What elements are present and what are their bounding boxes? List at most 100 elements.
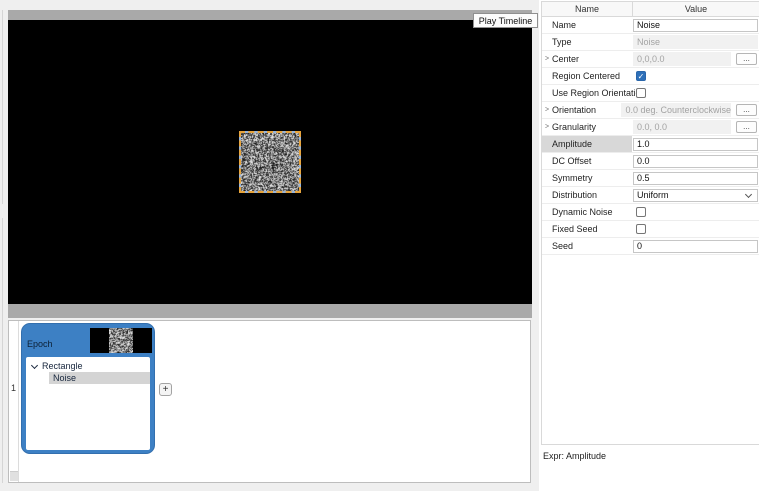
- tree-item-label: Noise: [53, 373, 76, 383]
- play-timeline-button[interactable]: Play Timeline: [473, 13, 538, 28]
- property-name-cell: >Center: [542, 51, 632, 67]
- ellipsis-button[interactable]: ...: [736, 104, 757, 116]
- property-name-cell: Type: [542, 34, 632, 50]
- property-panel: Name Value NameTypeNoise>Center0,0,0.0..…: [539, 0, 759, 491]
- property-row-fixed-seed[interactable]: Fixed Seed: [542, 221, 759, 238]
- stimulus-screen[interactable]: [8, 20, 532, 304]
- checkbox-region-centered[interactable]: ✓: [636, 71, 646, 81]
- property-value-cell: 0,0,0.0...: [632, 51, 759, 67]
- property-input-amplitude[interactable]: [633, 138, 758, 151]
- property-table: Name Value NameTypeNoise>Center0,0,0.0..…: [541, 1, 759, 445]
- property-value-cell: ✓: [632, 68, 759, 84]
- property-input-symmetry[interactable]: [633, 172, 758, 185]
- property-value-cell: [632, 238, 759, 254]
- property-row-orientation[interactable]: >Orientation0.0 deg. Counterclockwise...: [542, 102, 759, 119]
- checkbox-fixed-seed[interactable]: [636, 224, 646, 234]
- property-input-seed[interactable]: [633, 240, 758, 253]
- epoch-thumbnail: [90, 328, 152, 353]
- epoch-title: Epoch: [27, 339, 53, 349]
- expander-icon[interactable]: >: [545, 55, 549, 62]
- display-bottom-bar: [8, 304, 532, 318]
- property-name-cell: Fixed Seed: [542, 221, 632, 237]
- tree-item-rectangle[interactable]: Rectangle: [26, 360, 150, 372]
- timeline-scroll-corner: [10, 471, 18, 481]
- property-row-type[interactable]: Type Noise: [542, 34, 759, 51]
- property-input-name[interactable]: [633, 19, 758, 32]
- timeline-panel: 1 Epoch Rectangle Noise +: [8, 320, 531, 483]
- column-header-value: Value: [632, 2, 759, 16]
- dropdown-selected-value: Uniform: [637, 190, 746, 200]
- property-label: Dynamic Noise: [552, 207, 613, 217]
- property-row-dynamic-noise[interactable]: Dynamic Noise: [542, 204, 759, 221]
- property-value-cell: 0.0, 0.0...: [632, 119, 759, 135]
- timeline-row-number: 1: [9, 383, 18, 393]
- expression-status-label: Expr: Amplitude: [543, 451, 606, 461]
- property-label: Orientation: [552, 105, 596, 115]
- property-label: Distribution: [552, 190, 597, 200]
- property-value-cell: [632, 221, 759, 237]
- property-label: DC Offset: [552, 156, 591, 166]
- ellipsis-button[interactable]: ...: [736, 53, 757, 65]
- ellipsis-button[interactable]: ...: [736, 121, 757, 133]
- property-readonly-value: 0.0 deg. Counterclockwise: [621, 103, 731, 117]
- property-row-granularity[interactable]: >Granularity0.0, 0.0...: [542, 119, 759, 136]
- column-header-name: Name: [542, 2, 632, 16]
- property-readonly-value: 0,0,0.0: [633, 52, 731, 66]
- dropdown-distribution[interactable]: Uniform: [633, 189, 758, 202]
- property-value-cell: [632, 85, 759, 101]
- noise-stimulus[interactable]: [241, 133, 299, 191]
- property-name-cell: >Orientation: [542, 102, 620, 118]
- stimulus-display: [8, 10, 532, 318]
- property-input-dc-offset[interactable]: [633, 155, 758, 168]
- property-row-region-centered[interactable]: Region Centered ✓: [542, 68, 759, 85]
- property-value-cell: 0.0 deg. Counterclockwise...: [620, 102, 759, 118]
- checkbox-dynamic-noise[interactable]: [636, 207, 646, 217]
- property-name-cell: Symmetry: [542, 170, 632, 186]
- expander-icon[interactable]: >: [545, 123, 549, 130]
- property-value-cell: Uniform: [632, 187, 759, 203]
- left-splitter[interactable]: [2, 10, 3, 204]
- property-row-name[interactable]: Name: [542, 17, 759, 34]
- property-label: Type: [552, 37, 572, 47]
- property-readonly-value: 0.0, 0.0: [633, 120, 731, 134]
- epoch-block[interactable]: Epoch Rectangle Noise: [21, 323, 155, 454]
- chevron-down-icon: [745, 190, 752, 197]
- property-name-cell: Name: [542, 17, 632, 33]
- property-readonly-value: Noise: [633, 35, 758, 49]
- left-splitter[interactable]: [2, 218, 3, 483]
- property-row-center[interactable]: >Center0,0,0.0...: [542, 51, 759, 68]
- epoch-layer-tree: Rectangle Noise: [26, 357, 150, 450]
- property-row-dc-offset[interactable]: DC Offset: [542, 153, 759, 170]
- tree-item-label: Rectangle: [42, 361, 83, 371]
- property-name-cell: Seed: [542, 238, 632, 254]
- property-name-cell: >Granularity: [542, 119, 632, 135]
- noise-stimulus-selection[interactable]: [239, 131, 301, 193]
- property-label: Granularity: [552, 122, 596, 132]
- chevron-down-icon[interactable]: [31, 361, 38, 368]
- tree-item-noise[interactable]: Noise: [49, 372, 150, 384]
- property-value-cell: Noise: [632, 34, 759, 50]
- property-label: Region Centered: [552, 71, 620, 81]
- property-label: Seed: [552, 241, 573, 251]
- property-row-amplitude[interactable]: Amplitude: [542, 136, 759, 153]
- checkbox-use-region-orientation[interactable]: [636, 88, 646, 98]
- expander-icon[interactable]: >: [545, 106, 549, 113]
- property-row-seed[interactable]: Seed: [542, 238, 759, 255]
- display-top-bar: [8, 10, 532, 20]
- property-name-cell: Region Centered: [542, 68, 632, 84]
- property-label: Fixed Seed: [552, 224, 598, 234]
- property-row-distribution[interactable]: Distribution Uniform: [542, 187, 759, 204]
- property-row-use-region-orientation[interactable]: Use Region Orientation: [542, 85, 759, 102]
- property-name-cell: Use Region Orientation: [542, 85, 632, 101]
- property-label: Center: [552, 54, 579, 64]
- timeline-gutter-divider: [18, 321, 19, 482]
- property-value-cell: [632, 204, 759, 220]
- property-value-cell: [632, 170, 759, 186]
- add-epoch-button[interactable]: +: [159, 383, 172, 396]
- app-window: Play Timeline 1 Epoch Rectangle Noise + N…: [0, 0, 759, 491]
- property-value-cell: [632, 17, 759, 33]
- property-label: Amplitude: [552, 139, 592, 149]
- property-name-cell: Dynamic Noise: [542, 204, 632, 220]
- property-row-symmetry[interactable]: Symmetry: [542, 170, 759, 187]
- property-value-cell: [632, 136, 759, 152]
